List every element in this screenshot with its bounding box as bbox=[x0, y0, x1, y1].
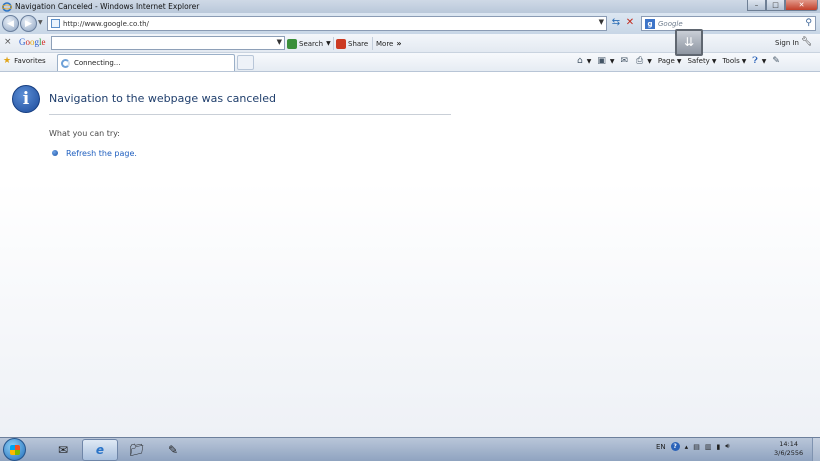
page-content: i Navigation to the webpage was canceled… bbox=[0, 73, 820, 437]
share-label: Share bbox=[348, 39, 369, 48]
signal-icon[interactable]: ▥ bbox=[705, 443, 712, 451]
tray-arrow-icon[interactable]: ▴ bbox=[685, 443, 689, 451]
google-logo: Google bbox=[19, 37, 46, 47]
window-controls: – □ ✕ bbox=[747, 0, 818, 11]
refresh-button[interactable]: ⇆ bbox=[609, 16, 623, 30]
google-search-label: Search bbox=[299, 39, 324, 48]
forward-button[interactable]: ▶ bbox=[20, 15, 37, 32]
safety-menu-label: Safety bbox=[687, 57, 710, 65]
sign-in-link[interactable]: Sign In bbox=[775, 39, 799, 47]
print-icon: ⎙ bbox=[636, 56, 644, 66]
loading-spinner-icon bbox=[61, 58, 70, 68]
info-icon: i bbox=[12, 85, 40, 113]
page-menu[interactable]: Page ▼ bbox=[658, 57, 682, 65]
google-search-input[interactable]: ▼ bbox=[51, 36, 285, 50]
taskbar-mail-app[interactable]: ✉ bbox=[45, 439, 81, 461]
search-field[interactable]: g Google ⚲ bbox=[641, 16, 816, 31]
new-tab-button[interactable] bbox=[237, 55, 254, 70]
clock[interactable]: 14:14 3/6/2556 bbox=[774, 440, 803, 458]
google-search-dropdown[interactable]: ▼ bbox=[277, 38, 282, 46]
search-icon[interactable]: ⚲ bbox=[805, 18, 812, 28]
back-button[interactable]: ◀ bbox=[2, 15, 19, 32]
favorites-star-icon: ★ bbox=[3, 56, 12, 66]
language-indicator[interactable]: EN bbox=[656, 443, 666, 451]
taskbar-app[interactable]: ✎ bbox=[155, 439, 191, 461]
title-bar: Navigation Canceled - Windows Internet E… bbox=[0, 0, 820, 13]
google-search-button[interactable]: Search ▼ bbox=[287, 36, 331, 51]
mail-app-icon: ✉ bbox=[57, 443, 69, 457]
more-chevron-icon: » bbox=[396, 39, 402, 48]
taskbar-ie-app[interactable]: e bbox=[82, 439, 118, 461]
print-button[interactable]: ⎙ ▼ bbox=[636, 56, 652, 66]
double-chevron-down-icon: ⇊ bbox=[683, 35, 695, 49]
stop-icon: ✕ bbox=[625, 17, 635, 28]
refresh-icon: ⇆ bbox=[611, 17, 621, 28]
close-button[interactable]: ✕ bbox=[785, 0, 818, 11]
toolbar-close-icon[interactable]: × bbox=[4, 37, 12, 47]
stop-button[interactable]: ✕ bbox=[624, 16, 636, 30]
windows-start-icon bbox=[10, 445, 20, 455]
system-tray: EN ? ▴ ▤ ▥ ▮ 🔊︎ bbox=[656, 442, 730, 451]
google-search-provider-icon: g bbox=[645, 18, 655, 29]
address-field[interactable]: http://www.google.co.th/ ▼ bbox=[47, 16, 607, 31]
help-icon: ❓︎ bbox=[752, 56, 758, 66]
clock-time: 14:14 bbox=[779, 440, 798, 448]
ie-icon bbox=[2, 1, 12, 12]
tools-menu-label: Tools bbox=[722, 57, 740, 65]
help-button[interactable]: ❓︎ ▼ bbox=[752, 56, 766, 66]
folder-icon: 📁︎ bbox=[129, 443, 145, 457]
feeds-button[interactable]: ▣ ▼ bbox=[597, 56, 614, 66]
mail-button[interactable]: ✉ bbox=[620, 56, 630, 66]
favorites-button[interactable]: ★ Favorites bbox=[3, 56, 46, 66]
wrench-icon[interactable]: 🔧︎ bbox=[801, 37, 812, 47]
download-helper-button[interactable]: ⇊ bbox=[675, 29, 703, 56]
back-icon: ◀ bbox=[7, 18, 14, 29]
bullet-icon bbox=[52, 150, 58, 156]
ie-taskbar-icon: e bbox=[95, 443, 105, 457]
address-url[interactable]: http://www.google.co.th/ bbox=[63, 20, 149, 28]
try-label: What you can try: bbox=[49, 129, 120, 138]
research-button[interactable]: ✎ bbox=[772, 56, 782, 66]
favorites-label: Favorites bbox=[14, 57, 46, 65]
network-icon[interactable]: ▤ bbox=[693, 443, 700, 451]
home-icon: ⌂ bbox=[577, 56, 583, 66]
tab-label: Connecting... bbox=[74, 59, 121, 67]
refresh-page-link[interactable]: Refresh the page. bbox=[66, 149, 137, 158]
home-button[interactable]: ⌂ ▼ bbox=[577, 56, 591, 66]
page-title: Navigation to the webpage was canceled bbox=[49, 92, 276, 105]
minimize-button[interactable]: – bbox=[747, 0, 766, 11]
show-desktop-button[interactable] bbox=[812, 438, 820, 461]
toolbar-separator bbox=[333, 37, 334, 50]
address-dropdown[interactable]: ▼ bbox=[599, 18, 604, 26]
clock-date: 3/6/2556 bbox=[774, 449, 804, 457]
page-menu-label: Page bbox=[657, 57, 675, 65]
search-placeholder: Google bbox=[658, 19, 683, 28]
toolbar-separator bbox=[372, 37, 373, 50]
page-icon bbox=[51, 19, 60, 28]
forward-icon: ▶ bbox=[25, 18, 32, 29]
start-button[interactable] bbox=[3, 438, 26, 461]
taskbar: ✉ e 📁︎ ✎ EN ? ▴ ▤ ▥ ▮ 🔊︎ 14:14 3/6/2556 bbox=[0, 437, 820, 461]
recent-pages-dropdown[interactable]: ▼ bbox=[38, 19, 43, 26]
research-icon: ✎ bbox=[772, 56, 780, 66]
volume-icon[interactable]: 🔊︎ bbox=[725, 442, 729, 451]
share-button[interactable]: Share bbox=[336, 36, 368, 51]
tab-connecting[interactable]: Connecting... bbox=[57, 54, 235, 71]
share-icon bbox=[336, 38, 346, 49]
taskbar-explorer-app[interactable]: 📁︎ bbox=[119, 439, 155, 461]
command-bar: ⌂ ▼ ▣ ▼ ✉ ⎙ ▼ Page ▼ Safety ▼ Tools ▼ ❓︎ ▼ ✎ bbox=[577, 56, 788, 66]
maximize-button[interactable]: □ bbox=[766, 0, 785, 11]
more-button[interactable]: More » bbox=[376, 36, 402, 51]
feeds-icon: ▣ bbox=[597, 56, 606, 66]
safety-menu[interactable]: Safety ▼ bbox=[687, 57, 716, 65]
app-icon: ✎ bbox=[167, 443, 179, 457]
tools-menu[interactable]: Tools ▼ bbox=[722, 57, 746, 65]
more-label: More bbox=[376, 39, 394, 48]
power-icon[interactable]: ▮ bbox=[716, 443, 720, 451]
google-search-icon bbox=[287, 38, 297, 49]
help-tray-icon[interactable]: ? bbox=[670, 442, 680, 451]
mail-icon: ✉ bbox=[620, 56, 629, 66]
divider bbox=[49, 114, 451, 115]
window-title: Navigation Canceled - Windows Internet E… bbox=[15, 2, 200, 11]
